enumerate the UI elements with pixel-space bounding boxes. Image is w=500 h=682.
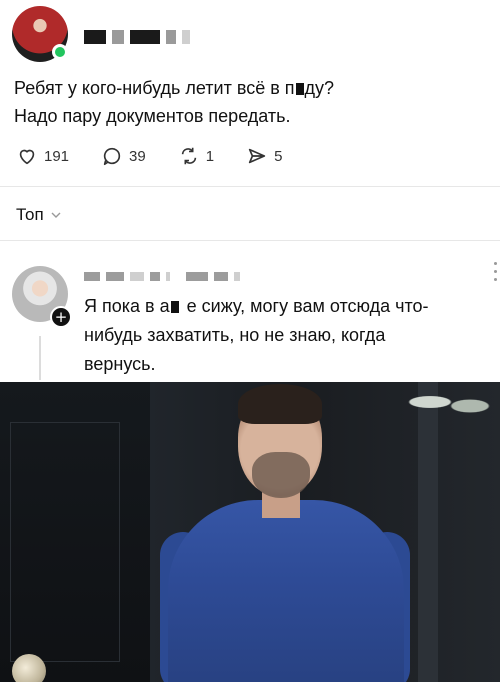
plus-icon[interactable]: + [50, 306, 72, 328]
redaction-block [150, 272, 160, 281]
like-button[interactable]: 191 [16, 145, 69, 167]
redaction-block [170, 301, 179, 313]
redaction-block [130, 30, 160, 44]
photo-person-beard [252, 452, 310, 498]
comment-text-part: е сижу, могу вам отсюда что- [186, 296, 429, 316]
photo-plant [400, 382, 500, 422]
comment-text-line-2: нибудь захватить, но не знаю, когда [84, 325, 386, 345]
redaction-block [186, 272, 208, 281]
share-count: 5 [274, 147, 283, 165]
chevron-down-icon [51, 212, 61, 218]
photo-door-knob [12, 654, 46, 682]
redaction-block [130, 272, 144, 281]
comment-count: 39 [129, 147, 146, 165]
comment-button[interactable]: 39 [101, 145, 146, 167]
redaction-block [166, 272, 170, 281]
post-text: Ребят у кого-нибудь летит всё в п ду? Над… [14, 74, 484, 130]
attached-photo[interactable] [0, 382, 500, 682]
commenter-name-redacted[interactable] [84, 272, 240, 281]
redaction-block [106, 272, 124, 281]
comment-text-part: Я пока в а [84, 296, 170, 316]
redaction-block [84, 272, 100, 281]
sort-dropdown[interactable]: Топ [16, 205, 62, 225]
redaction-block [166, 30, 176, 44]
divider [0, 186, 500, 187]
redaction-block [182, 30, 190, 44]
post-text-part: Ребят у кого-нибудь летит всё в п [14, 78, 295, 98]
post-actions: 191 39 1 5 [16, 144, 314, 168]
repost-arrows-icon [181, 147, 196, 165]
repost-count: 1 [205, 147, 215, 165]
send-icon [248, 148, 266, 164]
repost-button[interactable]: 1 [178, 145, 214, 167]
redaction-block [295, 83, 304, 95]
comment-text: Я пока в а е сижу, могу вам отсюда что- н… [84, 292, 484, 379]
comment-text-line-1: Я пока в а е сижу, могу вам отсюда что- [84, 292, 484, 321]
author-name-redacted[interactable] [84, 28, 190, 46]
post-text-line-1: Ребят у кого-нибудь летит всё в п ду? [14, 74, 484, 102]
photo-person-hair [238, 384, 322, 424]
speech-bubble-icon [103, 147, 121, 166]
sort-label: Топ [16, 205, 44, 224]
redaction-block [84, 30, 106, 44]
comment-text-line-3: вернусь. [84, 354, 156, 374]
post-text-part: ду? [304, 78, 335, 98]
like-count: 191 [44, 147, 70, 165]
online-status-dot [52, 44, 68, 60]
photo-person-sweater [168, 500, 404, 682]
redaction-block [234, 272, 240, 281]
post-text-line-2: Надо пару документов передать. [14, 106, 291, 126]
heart-icon [19, 149, 35, 165]
photo-door-panel [10, 422, 120, 662]
thread-line [39, 336, 41, 380]
more-dots-icon[interactable] [494, 262, 498, 281]
divider [0, 240, 500, 241]
share-button[interactable]: 5 [246, 145, 282, 167]
redaction-block [214, 272, 228, 281]
photo-pillar [418, 382, 438, 682]
redaction-block [112, 30, 124, 44]
